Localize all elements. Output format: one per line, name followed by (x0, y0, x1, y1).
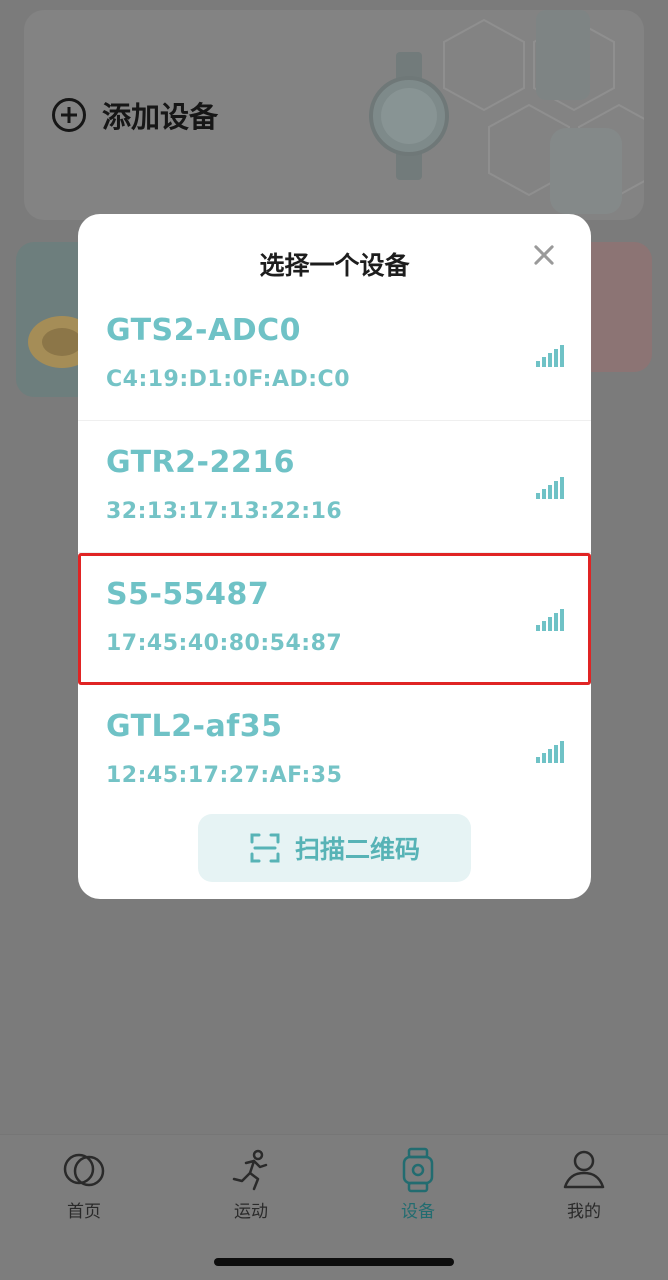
tab-me[interactable]: 我的 (524, 1147, 644, 1227)
add-device-button[interactable]: 添加设备 (52, 94, 218, 136)
scan-qr-label: 扫描二维码 (294, 835, 420, 864)
signal-strength-icon (536, 741, 564, 763)
tab-me-label: 我的 (567, 1202, 601, 1222)
device-name: GTS2-ADC0 (106, 313, 302, 348)
device-mac: 32:13:17:13:22:16 (106, 499, 343, 524)
tab-sport-label: 运动 (234, 1202, 268, 1222)
device-item[interactable]: GTS2-ADC0 C4:19:D1:0F:AD:C0 (78, 289, 591, 421)
device-mac: 17:45:40:80:54:87 (106, 631, 343, 656)
signal-strength-icon (536, 609, 564, 631)
device-picker-dialog: 选择一个设备 GTS2-ADC0 C4:19:D1:0F:AD:C0 GTR2-… (78, 214, 591, 899)
tab-device-label: 设备 (401, 1202, 435, 1222)
device-list: GTS2-ADC0 C4:19:D1:0F:AD:C0 GTR2-2216 32… (78, 289, 591, 817)
device-mac: C4:19:D1:0F:AD:C0 (106, 367, 351, 392)
device-item[interactable]: GTR2-2216 32:13:17:13:22:16 (78, 421, 591, 553)
home-indicator[interactable] (214, 1258, 454, 1266)
tab-device[interactable]: 设备 (358, 1147, 478, 1227)
device-name: GTL2-af35 (106, 709, 283, 744)
close-icon[interactable] (527, 238, 561, 272)
home-circles-icon (63, 1153, 105, 1187)
device-item-selected[interactable]: S5-55487 17:45:40:80:54:87 (78, 553, 591, 685)
hexagon-pattern-icon (443, 10, 644, 214)
tab-home[interactable]: 首页 (24, 1147, 144, 1227)
device-name: S5-55487 (106, 577, 270, 612)
bottom-tab-bar: 首页 运动 设备 我的 (0, 1134, 668, 1280)
signal-strength-icon (536, 345, 564, 367)
device-name: GTR2-2216 (106, 445, 295, 480)
device-item[interactable]: GTL2-af35 12:45:17:27:AF:35 (78, 685, 591, 817)
add-device-label: 添加设备 (102, 100, 219, 134)
watch-icon (402, 1147, 434, 1193)
running-icon (232, 1149, 268, 1191)
device-page: 添加设备 选择一个设备 GTS2-ADC0 C4:19:D1:0F:AD:C0 … (0, 0, 668, 1280)
scan-qr-button[interactable]: 扫描二维码 (198, 814, 471, 882)
profile-icon (563, 1150, 605, 1189)
dialog-title: 选择一个设备 (259, 251, 410, 280)
device-mac: 12:45:17:27:AF:35 (106, 763, 343, 788)
scan-qr-icon (250, 833, 280, 863)
add-circle-icon (52, 98, 86, 132)
signal-strength-icon (536, 477, 564, 499)
tab-home-label: 首页 (67, 1202, 101, 1222)
tab-sport[interactable]: 运动 (191, 1147, 311, 1227)
